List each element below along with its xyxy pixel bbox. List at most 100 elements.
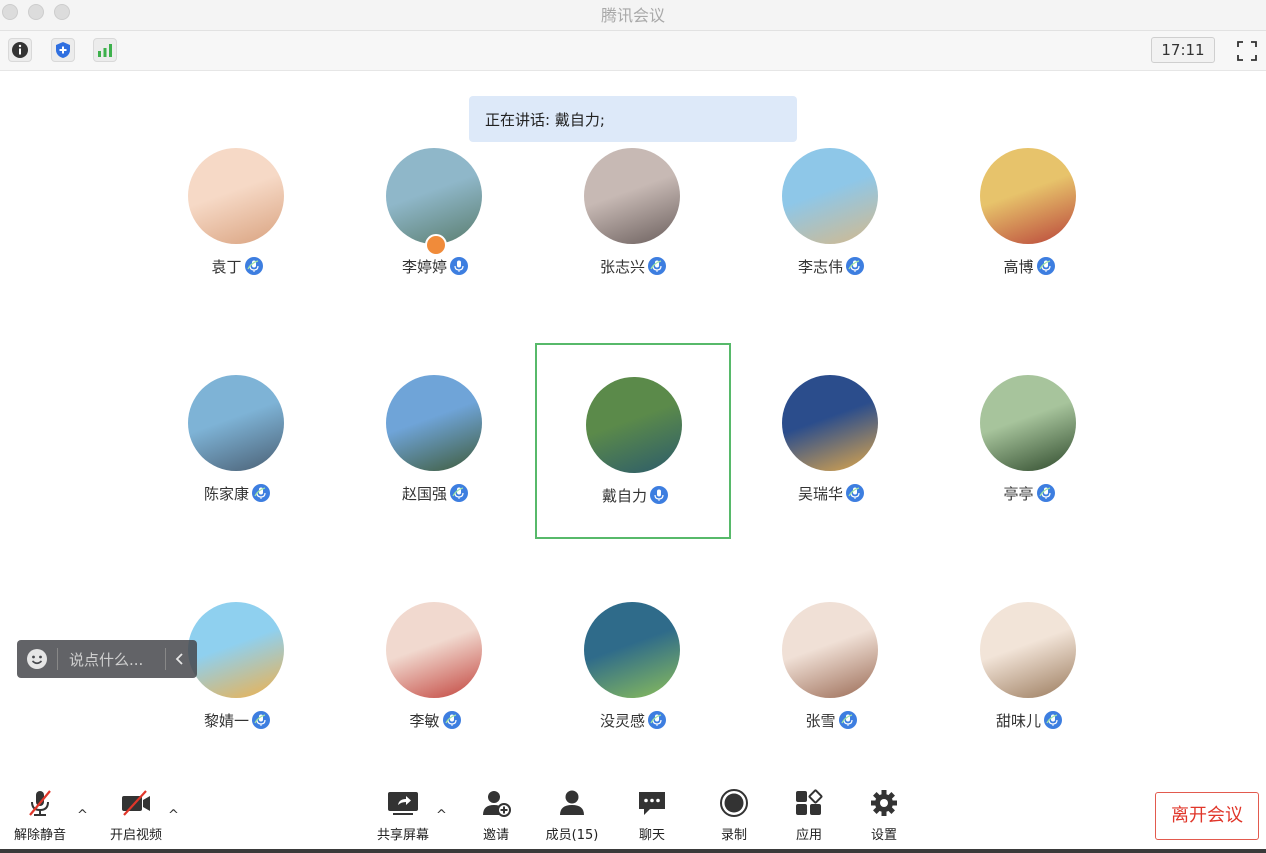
participant-name: 李志伟 — [797, 258, 843, 276]
avatar — [980, 375, 1076, 471]
avatar — [386, 602, 482, 698]
unmute-label: 解除静音 — [13, 828, 66, 843]
mic-icon — [450, 484, 468, 502]
mic-icon — [450, 257, 468, 275]
participant-name: 亭亭 — [1003, 485, 1034, 503]
chat-icon — [639, 792, 665, 815]
participant-tile[interactable]: 陈家康 — [139, 343, 335, 539]
participant-name: 李婷婷 — [401, 258, 447, 276]
share-screen-button[interactable]: 共享屏幕 — [374, 788, 432, 843]
participant-tile[interactable]: 没灵感 — [535, 570, 731, 766]
divider — [165, 648, 166, 670]
avatar — [782, 148, 878, 244]
share-screen-icon — [388, 792, 418, 815]
avatar — [980, 148, 1076, 244]
bottom-edge — [0, 849, 1266, 853]
avatar — [586, 377, 682, 473]
start-video-label: 开启视频 — [109, 828, 162, 843]
members-button[interactable]: 成员(15) — [544, 788, 600, 843]
participant-name: 张志兴 — [599, 258, 645, 276]
mic-icon — [244, 257, 263, 275]
record-icon — [720, 789, 748, 817]
participant-tile-active[interactable]: 戴自力 — [535, 343, 731, 539]
participant-name: 张雪 — [805, 712, 836, 730]
avatar — [188, 375, 284, 471]
mic-icon — [252, 484, 270, 502]
invite-button[interactable]: 邀请 — [478, 788, 514, 843]
host-icon — [425, 234, 447, 256]
chevron-up-icon[interactable]: ^ — [168, 808, 179, 823]
smile-icon[interactable] — [26, 648, 48, 674]
chevron-up-icon[interactable]: ^ — [77, 808, 88, 823]
mic-icon — [1036, 257, 1055, 275]
record-button[interactable]: 录制 — [716, 788, 752, 843]
start-video-button[interactable]: 开启视频 — [108, 788, 164, 843]
settings-button[interactable]: 设置 — [866, 788, 902, 843]
gear-icon — [871, 790, 897, 816]
fullscreen-icon[interactable] — [1236, 40, 1258, 62]
participant-name: 戴自力 — [601, 487, 647, 505]
mic-icon — [648, 257, 666, 275]
participant-tile[interactable]: 高博 — [931, 116, 1127, 312]
mic-icon — [846, 484, 864, 502]
apps-icon — [796, 789, 823, 815]
avatar — [782, 375, 878, 471]
apps-label: 应用 — [795, 828, 822, 843]
title-bar: 腾讯会议 — [0, 0, 1266, 31]
mic-icon — [648, 711, 666, 729]
participant-tile[interactable]: 赵国强 — [337, 343, 533, 539]
participant-name: 黎婧一 — [203, 712, 249, 730]
share-screen-label: 共享屏幕 — [376, 828, 429, 843]
apps-button[interactable]: 应用 — [792, 788, 826, 843]
mic-icon — [442, 711, 461, 729]
participant-name: 袁丁 — [211, 258, 242, 276]
participant-tile[interactable]: 张雪 — [733, 570, 929, 766]
participant-tile[interactable]: 李敏 — [337, 570, 533, 766]
participant-tile[interactable]: 吴瑞华 — [733, 343, 929, 539]
participant-tile[interactable]: 张志兴 — [535, 116, 731, 312]
participant-name: 赵国强 — [401, 485, 447, 503]
leave-meeting-button[interactable]: 离开会议 — [1155, 792, 1259, 840]
mic-icon — [1036, 484, 1055, 502]
info-icon[interactable] — [8, 38, 32, 62]
chat-input-placeholder[interactable]: 说点什么... — [69, 649, 143, 670]
video-off-icon — [122, 790, 150, 816]
mic-muted-icon — [29, 790, 51, 816]
avatar — [782, 602, 878, 698]
participant-tile[interactable]: 李志伟 — [733, 116, 929, 312]
quick-chat-box[interactable]: 说点什么... — [17, 640, 197, 678]
meeting-toolbar: 17:11 — [0, 31, 1266, 71]
network-signal-icon[interactable] — [93, 38, 117, 62]
unmute-button[interactable]: 解除静音 — [12, 788, 68, 843]
members-icon — [560, 790, 584, 815]
invite-label: 邀请 — [482, 828, 509, 843]
avatar — [980, 602, 1076, 698]
participant-name: 甜味儿 — [995, 712, 1041, 730]
divider — [57, 648, 58, 670]
participant-tile[interactable]: 李婷婷 — [337, 116, 533, 312]
meeting-clock: 17:11 — [1151, 37, 1215, 63]
participant-tile[interactable]: 甜味儿 — [931, 570, 1127, 766]
add-user-icon — [483, 791, 511, 817]
mic-icon — [846, 257, 864, 275]
avatar — [188, 602, 284, 698]
avatar — [386, 375, 482, 471]
chat-label: 聊天 — [638, 828, 665, 843]
members-label: 成员(15) — [545, 828, 599, 843]
avatar — [386, 148, 482, 244]
mic-icon — [252, 711, 270, 729]
avatar — [584, 602, 680, 698]
participant-name: 吴瑞华 — [797, 485, 843, 503]
chevron-up-icon[interactable]: ^ — [436, 808, 447, 823]
avatar — [584, 148, 680, 244]
participant-tile[interactable]: 袁丁 — [139, 116, 335, 312]
record-label: 录制 — [720, 828, 747, 843]
security-shield-icon[interactable] — [51, 38, 75, 62]
chat-button[interactable]: 聊天 — [636, 788, 668, 843]
participant-tile[interactable]: 亭亭 — [931, 343, 1127, 539]
mic-icon — [1044, 711, 1062, 729]
settings-label: 设置 — [870, 828, 897, 843]
mic-icon — [650, 486, 668, 504]
chevron-left-icon[interactable] — [171, 650, 189, 672]
window-title: 腾讯会议 — [600, 6, 665, 25]
